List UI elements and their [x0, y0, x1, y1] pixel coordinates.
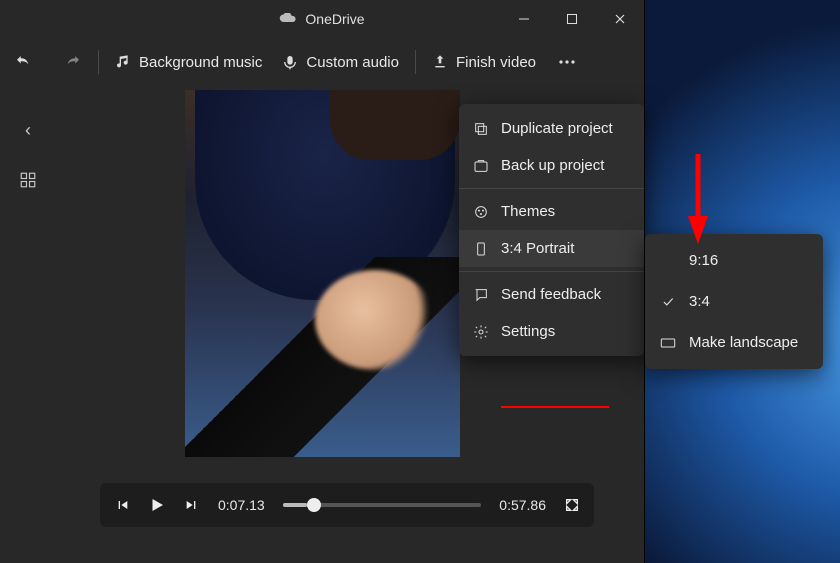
finish-video-button[interactable]: Finish video [428, 48, 540, 77]
undo-button[interactable] [10, 47, 36, 77]
redo-button[interactable] [60, 47, 86, 77]
menu-separator [459, 188, 644, 189]
aspect-icon [473, 241, 489, 257]
menu-label: 3:4 Portrait [501, 240, 574, 257]
submenu-label: 9:16 [689, 252, 718, 269]
submenu-label: Make landscape [689, 334, 798, 351]
menu-separator [459, 271, 644, 272]
onedrive-icon [279, 13, 297, 25]
aspect-ratio-submenu: 9:16 3:4 Make landscape [645, 234, 823, 369]
music-icon [115, 54, 131, 70]
toolbar-separator [415, 50, 416, 74]
video-preview[interactable] [185, 90, 460, 457]
more-options-menu: Duplicate project Back up project Themes… [459, 104, 644, 356]
check-icon [659, 295, 677, 309]
annotation-underline [501, 406, 609, 408]
time-current: 0:07.13 [218, 497, 265, 513]
menu-send-feedback[interactable]: Send feedback [459, 276, 644, 313]
close-button[interactable] [596, 0, 644, 38]
aspect-make-landscape[interactable]: Make landscape [645, 322, 823, 363]
fullscreen-button[interactable] [564, 497, 580, 513]
audio-icon [282, 54, 298, 70]
themes-icon [473, 204, 489, 220]
toolbar-separator [98, 50, 99, 74]
more-icon [558, 59, 576, 65]
duplicate-icon [473, 121, 489, 137]
aspect-3-4[interactable]: 3:4 [645, 281, 823, 322]
titlebar: OneDrive [0, 0, 644, 38]
landscape-icon [659, 337, 677, 349]
menu-label: Themes [501, 203, 555, 220]
menu-duplicate-project[interactable]: Duplicate project [459, 110, 644, 147]
seek-slider[interactable] [283, 503, 482, 507]
finish-video-label: Finish video [456, 54, 536, 71]
title-text: OneDrive [305, 11, 364, 27]
feedback-icon [473, 287, 489, 303]
more-options-button[interactable] [554, 53, 580, 71]
maximize-button[interactable] [548, 0, 596, 38]
export-icon [432, 54, 448, 70]
play-button[interactable] [148, 496, 166, 514]
menu-settings[interactable]: Settings [459, 313, 644, 350]
menu-label: Send feedback [501, 286, 601, 303]
submenu-label: 3:4 [689, 293, 710, 310]
custom-audio-button[interactable]: Custom audio [278, 48, 403, 77]
menu-label: Duplicate project [501, 120, 613, 137]
menu-label: Back up project [501, 157, 604, 174]
next-frame-button[interactable] [184, 497, 200, 513]
menu-aspect-ratio[interactable]: 3:4 Portrait [459, 230, 644, 267]
video-editor-window: OneDrive Backg [0, 0, 645, 563]
settings-icon [473, 324, 489, 340]
toolbar: Background music Custom audio Finish vid… [0, 38, 644, 86]
menu-label: Settings [501, 323, 555, 340]
minimize-button[interactable] [500, 0, 548, 38]
background-music-label: Background music [139, 54, 262, 71]
custom-audio-label: Custom audio [306, 54, 399, 71]
prev-frame-button[interactable] [114, 497, 130, 513]
playback-bar: 0:07.13 0:57.86 [100, 483, 594, 527]
backup-icon [473, 158, 489, 174]
menu-backup-project[interactable]: Back up project [459, 147, 644, 184]
aspect-9-16[interactable]: 9:16 [645, 240, 823, 281]
menu-themes[interactable]: Themes [459, 193, 644, 230]
time-total: 0:57.86 [499, 497, 546, 513]
background-music-button[interactable]: Background music [111, 48, 266, 77]
